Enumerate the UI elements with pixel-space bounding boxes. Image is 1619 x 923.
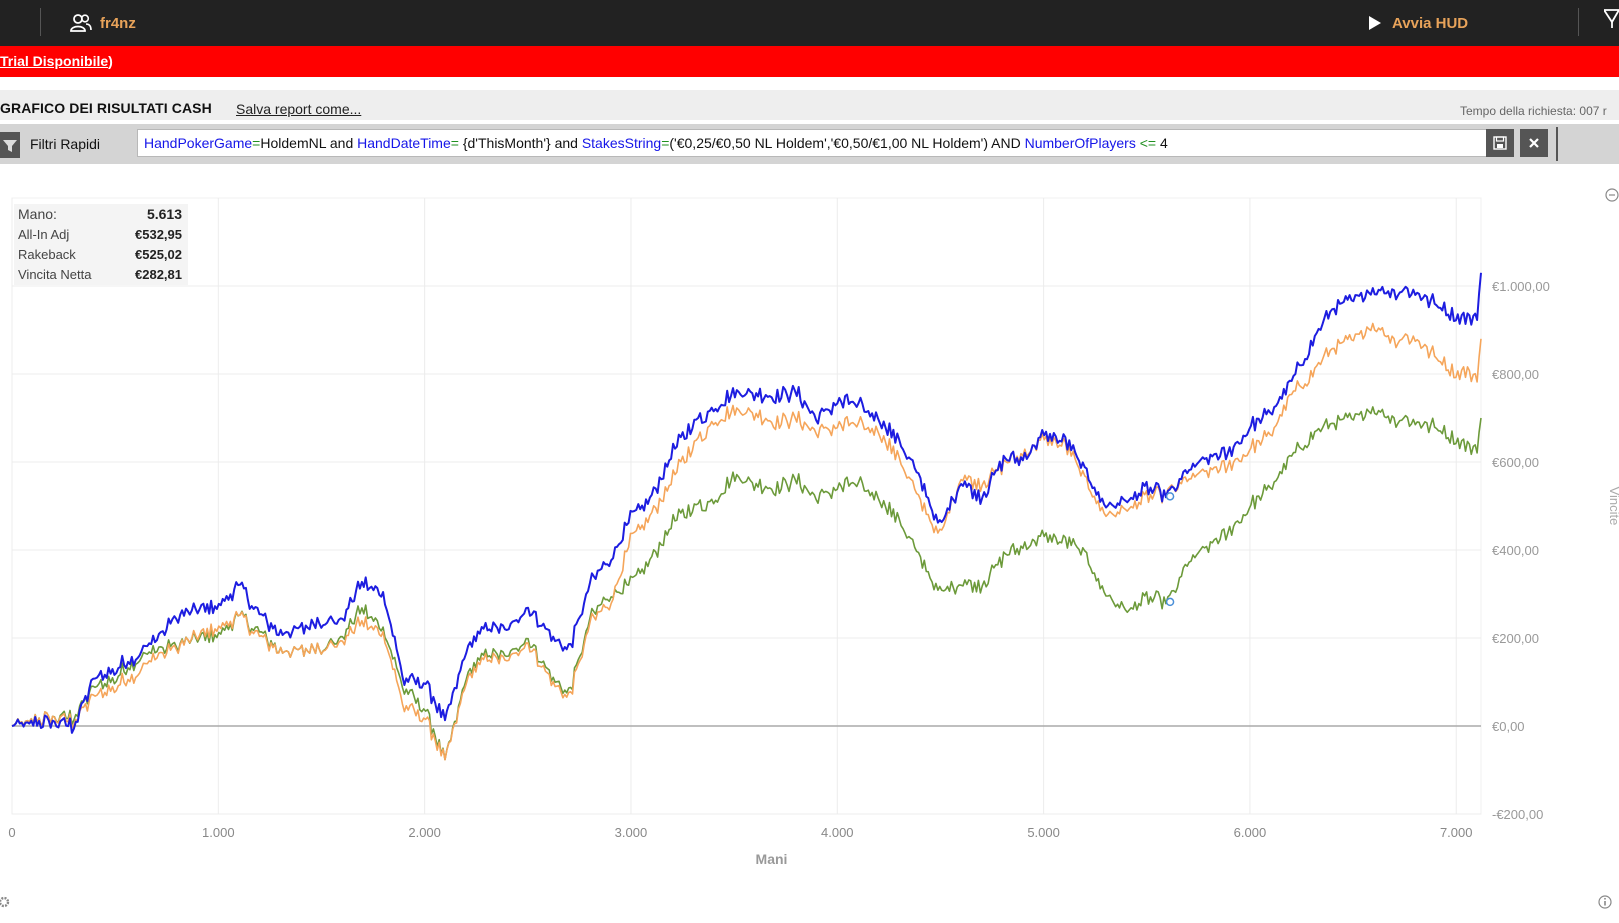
summary-value: 5.613 xyxy=(146,206,182,222)
x-tick-label: 5.000 xyxy=(1027,825,1060,840)
x-tick-label: 2.000 xyxy=(408,825,441,840)
trial-suffix: ) xyxy=(108,53,113,69)
summary-row-rakeback: Rakeback €525,02 xyxy=(14,245,188,265)
user-name: fr4nz xyxy=(100,14,136,32)
dropdown-arrow-icon[interactable] xyxy=(1604,8,1619,30)
save-icon xyxy=(1493,136,1507,150)
filter-token-text: {d'ThisMonth'} and xyxy=(458,135,582,151)
play-icon xyxy=(1369,16,1381,30)
summary-label: Mano: xyxy=(18,206,57,222)
filter-token-field: HandPokerGame xyxy=(144,135,253,151)
x-tick-label: 3.000 xyxy=(615,825,648,840)
hover-marker xyxy=(1165,597,1175,607)
settings-icon[interactable] xyxy=(0,895,12,909)
results-chart: 0 1.000 2.000 3.000 4.000 5.000 6.000 7.000 -€20… xyxy=(8,197,1619,867)
save-filter-button[interactable] xyxy=(1486,129,1514,157)
y-tick-label: €600,00 xyxy=(1492,455,1539,470)
filter-toggle[interactable] xyxy=(0,132,20,158)
top-bar-separator xyxy=(40,8,41,36)
plot-area xyxy=(11,197,1482,815)
y-tick-label: €800,00 xyxy=(1492,367,1539,382)
clear-filter-button[interactable] xyxy=(1520,129,1548,157)
start-hud-label: Avvia HUD xyxy=(1392,14,1469,32)
top-bar-separator xyxy=(1578,8,1579,36)
trial-banner: Trial Disponibile) xyxy=(0,46,1619,77)
save-report-link[interactable]: Salva report come... xyxy=(236,101,361,117)
y-tick-label: -€200,00 xyxy=(1492,807,1543,822)
y-axis-label: Vincite xyxy=(1607,487,1619,526)
filter-token-text: ('€0,25/€0,50 NL Holdem','€0,50/€1,00 NL… xyxy=(669,135,1025,151)
y-tick-label: €200,00 xyxy=(1492,631,1539,646)
filter-token-op: <= xyxy=(1135,135,1160,151)
x-tick-label: 6.000 xyxy=(1234,825,1267,840)
summary-row-net: Vincita Netta €282,81 xyxy=(14,265,188,285)
filter-token-text: 4 xyxy=(1159,135,1168,151)
trial-link[interactable]: Trial Disponibile xyxy=(0,53,108,69)
x-tick-label: 7.000 xyxy=(1440,825,1473,840)
filter-token-text: HoldemNL and xyxy=(260,135,358,151)
request-time: Tempo della richiesta: 007 r xyxy=(1460,104,1607,118)
report-header: GRAFICO DEI RISULTATI CASH Salva report … xyxy=(0,90,1619,120)
top-bar: fr4nz Avvia HUD xyxy=(0,0,1619,46)
filter-label: Filtri Rapidi xyxy=(30,136,101,152)
summary-row-hands: Mano: 5.613 xyxy=(14,204,188,225)
summary-label: Vincita Netta xyxy=(18,267,92,282)
hover-marker xyxy=(1165,492,1175,501)
close-icon xyxy=(1529,138,1539,148)
summary-box: Mano: 5.613 All-In Adj €532,95 Rakeback … xyxy=(14,204,188,285)
filter-token-field: NumberOfPlayers xyxy=(1024,135,1136,151)
summary-value: €282,81 xyxy=(135,267,182,282)
series-line-net xyxy=(11,406,1482,761)
filter-bar-divider xyxy=(1556,127,1558,161)
y-tick-label: €0,00 xyxy=(1492,719,1525,734)
y-tick-label: €400,00 xyxy=(1492,543,1539,558)
summary-value: €532,95 xyxy=(135,227,182,242)
filter-token-field: StakesString xyxy=(581,135,662,151)
filter-icon xyxy=(3,140,17,152)
start-hud-button[interactable]: Avvia HUD xyxy=(1368,12,1468,34)
filter-query-input[interactable]: HandPokerGame=HoldemNL and HandDateTime=… xyxy=(137,129,1495,157)
y-tick-label: €1.000,00 xyxy=(1492,279,1550,294)
x-axis-label: Mani xyxy=(756,851,788,867)
page-title: GRAFICO DEI RISULTATI CASH xyxy=(0,100,212,116)
series-line-rakeback xyxy=(11,322,1482,761)
series-line-allin xyxy=(11,272,1482,734)
x-tick-label: 0 xyxy=(8,825,15,840)
filter-token-field: HandDateTime xyxy=(357,135,451,151)
quick-filter-bar: Filtri Rapidi HandPokerGame = HoldemNL and… xyxy=(0,124,1619,164)
users-icon xyxy=(70,14,92,32)
summary-label: All-In Adj xyxy=(18,227,70,242)
summary-label: Rakeback xyxy=(18,247,76,262)
summary-row-allin: All-In Adj €532,95 xyxy=(14,225,188,245)
info-icon[interactable] xyxy=(1598,895,1612,909)
summary-value: €525,02 xyxy=(135,247,182,262)
trial-banner-text: Trial Disponibile) xyxy=(0,53,113,69)
x-tick-label: 4.000 xyxy=(821,825,854,840)
x-tick-label: 1.000 xyxy=(202,825,235,840)
user-button[interactable]: fr4nz xyxy=(70,12,136,34)
filter-token-op: = xyxy=(450,135,459,151)
